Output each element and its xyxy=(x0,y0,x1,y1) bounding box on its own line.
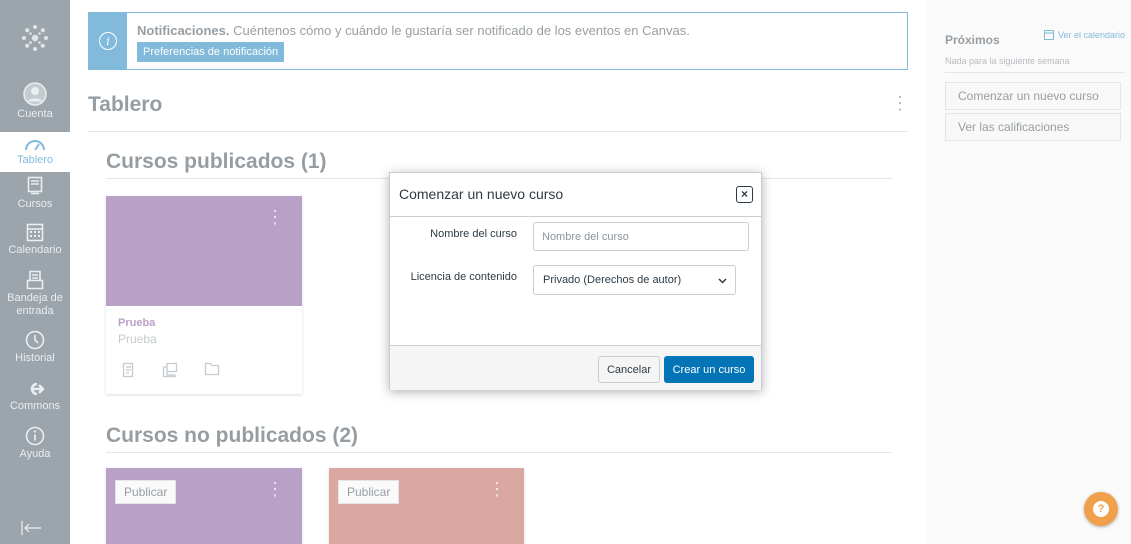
dialog-header: Comenzar un nuevo curso × xyxy=(390,173,761,217)
chevron-down-icon xyxy=(718,266,727,296)
close-icon[interactable]: × xyxy=(736,186,753,203)
content-license-label: Licencia de contenido xyxy=(410,271,517,283)
dialog-footer: Cancelar Crear un curso xyxy=(390,345,761,390)
content-license-value: Privado (Derechos de autor) xyxy=(543,274,682,286)
help-button[interactable]: ? xyxy=(1084,492,1118,526)
course-name-input[interactable] xyxy=(533,222,749,251)
content-license-select[interactable]: Privado (Derechos de autor) xyxy=(533,265,736,295)
question-icon: ? xyxy=(1093,501,1109,517)
new-course-dialog: Comenzar un nuevo curso × Nombre del cur… xyxy=(389,172,762,390)
create-course-button[interactable]: Crear un curso xyxy=(664,356,754,383)
cancel-button[interactable]: Cancelar xyxy=(598,356,660,383)
course-name-label: Nombre del curso xyxy=(430,228,517,240)
dialog-title: Comenzar un nuevo curso xyxy=(399,186,564,202)
